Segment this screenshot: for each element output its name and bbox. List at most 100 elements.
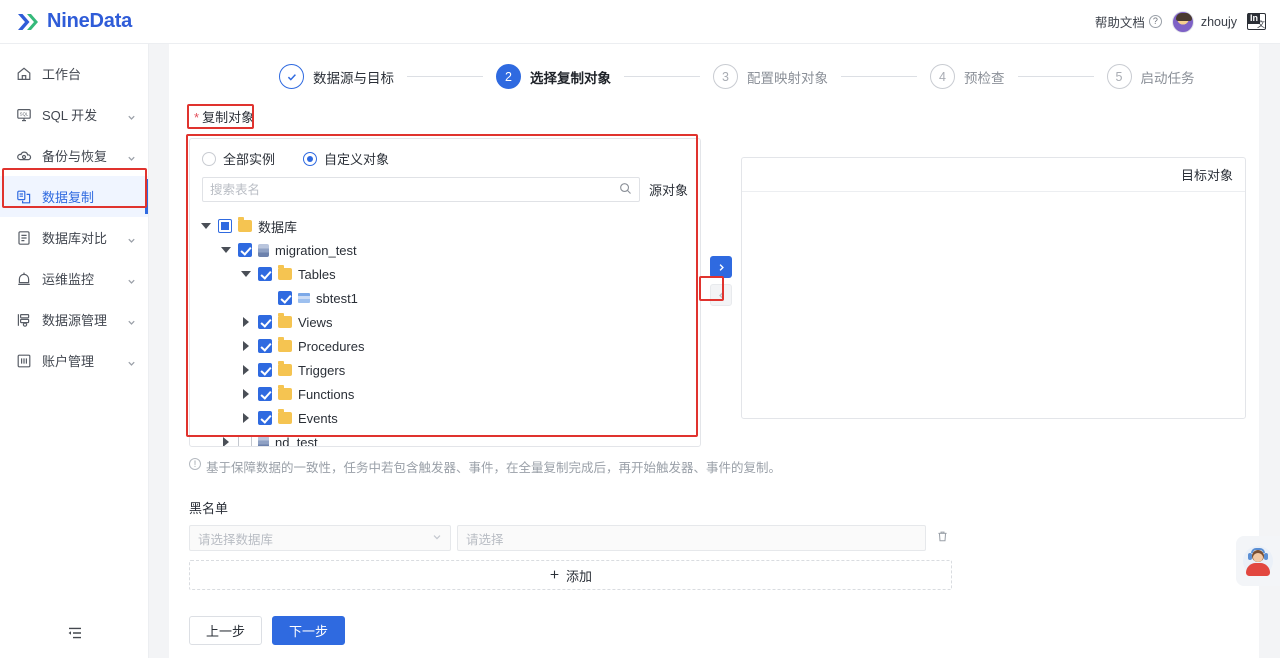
step-4[interactable]: 4 预检查 <box>930 64 1005 89</box>
target-panel: 目标对象 <box>741 157 1246 419</box>
search-input[interactable] <box>210 182 619 197</box>
database-icon <box>258 435 269 446</box>
move-to-source-button[interactable] <box>710 284 732 306</box>
sidebar-item-sql-dev[interactable]: SQL SQL 开发 <box>0 94 148 135</box>
caret-right-icon[interactable] <box>240 316 252 328</box>
step-3[interactable]: 3 配置映射对象 <box>713 64 828 89</box>
brand-logo[interactable]: NineData <box>0 9 132 35</box>
next-step-button[interactable]: 下一步 <box>272 616 346 645</box>
tree-node-tables[interactable]: Tables <box>200 262 700 286</box>
caret-right-icon[interactable] <box>240 340 252 352</box>
database-icon <box>258 243 269 257</box>
sidebar-item-backup-restore[interactable]: 备份与恢复 <box>0 135 148 176</box>
add-blacklist-label: 添加 <box>565 568 592 584</box>
step-5[interactable]: 5 启动任务 <box>1106 64 1195 89</box>
chevron-down-icon <box>127 110 136 120</box>
step-line <box>841 76 917 77</box>
user-menu[interactable]: zhoujy <box>1171 10 1237 33</box>
step-1[interactable]: 数据源与目标 <box>279 64 394 89</box>
tree-node-database-root[interactable]: 数据库 <box>200 214 700 238</box>
caret-right-icon[interactable] <box>240 388 252 400</box>
tree-node-sbtest1[interactable]: sbtest1 <box>200 286 700 310</box>
caret-down-icon[interactable] <box>200 220 212 232</box>
svg-text:SQL: SQL <box>20 111 29 116</box>
tree-checkbox[interactable] <box>258 339 272 353</box>
collapse-sidebar-button[interactable] <box>0 619 149 649</box>
tree-node-label: Procedures <box>298 338 365 354</box>
caret-down-icon[interactable] <box>240 268 252 280</box>
sidebar-item-datasource-mgmt[interactable]: 数据源管理 <box>0 299 148 340</box>
tree-checkbox[interactable] <box>238 435 252 446</box>
sidebar-item-ops-monitor[interactable]: 运维监控 <box>0 258 148 299</box>
account-icon <box>16 353 32 369</box>
step-2-label: 选择复制对象 <box>530 70 611 86</box>
tree-checkbox[interactable] <box>278 291 292 305</box>
caret-down-icon[interactable] <box>220 244 232 256</box>
wizard-footer: 上一步 下一步 <box>189 616 1259 645</box>
blacklist-object-placeholder: 请选择 <box>466 532 504 547</box>
help-doc-link[interactable]: 帮助文档 ? <box>1095 12 1162 31</box>
tree-node-migration-test[interactable]: migration_test <box>200 238 700 262</box>
radio-all-instances[interactable]: 全部实例 <box>202 149 275 168</box>
tree-checkbox[interactable] <box>258 387 272 401</box>
tree-node-procedures[interactable]: Procedures <box>200 334 700 358</box>
sidebar-item-data-replication[interactable]: 数据复制 <box>0 176 148 217</box>
question-circle-icon: ? <box>1148 15 1162 28</box>
tree-node-label: 数据库 <box>258 219 298 235</box>
source-panel-title: 源对象 <box>648 183 688 198</box>
copy-object-field-label: * 复制对象 <box>189 104 259 129</box>
tree-node-label: Tables <box>298 266 336 282</box>
chevron-down-icon <box>127 315 136 325</box>
folder-icon <box>278 337 292 352</box>
blacklist-object-input[interactable]: 请选择 <box>457 525 926 551</box>
caret-right-icon[interactable] <box>240 412 252 424</box>
tree-checkbox[interactable] <box>218 219 232 233</box>
radio-custom-objects-label: 自定义对象 <box>324 152 390 167</box>
chevron-down-icon <box>127 151 136 161</box>
tree-node-functions[interactable]: Functions <box>200 382 700 406</box>
sidebar-item-label: 数据复制 <box>42 190 95 205</box>
radio-custom-objects[interactable]: 自定义对象 <box>303 149 389 168</box>
prev-step-button[interactable]: 上一步 <box>189 616 263 645</box>
copy-object-label-text: 复制对象 <box>202 110 255 125</box>
source-object-tree: 数据库 migration_test Tables sbtest1 Views … <box>190 210 700 446</box>
folder-icon <box>278 313 292 328</box>
step-line <box>1017 76 1094 77</box>
trash-icon[interactable] <box>932 530 952 546</box>
tree-checkbox[interactable] <box>258 315 272 329</box>
search-icon[interactable] <box>619 182 632 198</box>
add-blacklist-button[interactable]: 添加 <box>189 560 952 590</box>
folder-icon <box>278 385 292 400</box>
step-4-bubble: 4 <box>930 64 955 89</box>
monitor-sql-icon: SQL <box>16 107 32 123</box>
tree-checkbox[interactable] <box>258 363 272 377</box>
tree-node-events[interactable]: Events <box>200 406 700 430</box>
language-switch-icon[interactable] <box>1247 13 1266 30</box>
tree-checkbox[interactable] <box>258 267 272 281</box>
caret-right-icon[interactable] <box>220 436 232 446</box>
brand-name: NineData <box>47 10 133 32</box>
top-bar-right: 帮助文档 ? zhoujy <box>1095 10 1280 33</box>
datasource-icon <box>16 312 32 328</box>
top-bar: NineData 帮助文档 ? zhoujy <box>0 0 1280 44</box>
sidebar-item-db-compare[interactable]: 数据库对比 <box>0 217 148 258</box>
tree-checkbox[interactable] <box>258 411 272 425</box>
step-2[interactable]: 2 选择复制对象 <box>496 64 611 89</box>
tree-node-triggers[interactable]: Triggers <box>200 358 700 382</box>
sidebar-item-account-mgmt[interactable]: 账户管理 <box>0 340 148 381</box>
data-copy-icon <box>16 189 32 205</box>
caret-right-icon[interactable] <box>240 364 252 376</box>
chevron-down-icon <box>127 356 136 366</box>
tree-node-label: Events <box>298 410 338 426</box>
tree-checkbox[interactable] <box>238 243 252 257</box>
tree-node-views[interactable]: Views <box>200 310 700 334</box>
tree-node-nd-test[interactable]: nd_test <box>200 430 700 446</box>
target-object-list[interactable] <box>742 192 1245 418</box>
step-1-label: 数据源与目标 <box>313 70 394 86</box>
sidebar-item-workbench[interactable]: 工作台 <box>0 53 148 94</box>
move-to-target-button[interactable] <box>710 256 732 278</box>
search-table-box[interactable] <box>202 177 640 202</box>
blacklist-database-select[interactable]: 请选择数据库 <box>189 525 451 551</box>
step-5-bubble: 5 <box>1106 64 1132 89</box>
customer-service-button[interactable] <box>1236 536 1280 586</box>
